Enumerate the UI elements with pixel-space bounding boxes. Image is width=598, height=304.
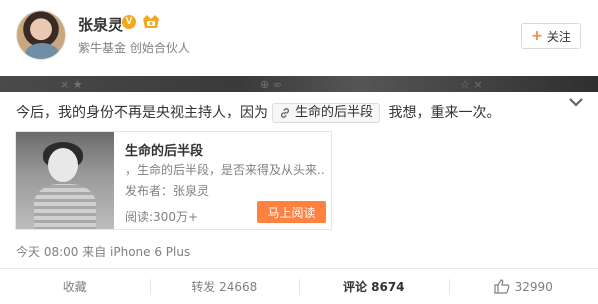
user-subtitle: 紫牛基金 创始合伙人 [78, 41, 190, 55]
decorative-banner: × ★ ⊕ ∞ ☆ × [0, 76, 598, 92]
repost-button[interactable]: 转发 24668 [149, 269, 300, 304]
thumbnail-figure-face [48, 148, 78, 182]
article-link-chip[interactable]: 生命的后半段 [272, 103, 381, 123]
post-text-before: 今后，我的身份不再是央视主持人，因为 [16, 105, 268, 121]
collect-button[interactable]: 收藏 [0, 269, 150, 304]
article-link-label: 生命的后半段 [295, 105, 374, 120]
post-text-after: 我想，重来一次。 [384, 105, 501, 121]
vip-member-icon [143, 15, 159, 28]
article-title[interactable]: 生命的后半段 [125, 140, 203, 159]
banner-doodle: ☆ × [460, 78, 483, 91]
article-description: ，生命的后半段，是否来得及从头来... [125, 163, 325, 177]
chevron-down-icon[interactable] [568, 96, 584, 110]
link-icon [280, 108, 290, 118]
banner-doodle: ⊕ ∞ [260, 78, 282, 91]
comment-button[interactable]: 评论 8674 [299, 269, 449, 304]
repost-label: 转发 24668 [191, 280, 258, 294]
avatar[interactable] [16, 10, 66, 60]
article-thumbnail[interactable] [16, 132, 114, 229]
user-name[interactable]: 张泉灵 [78, 14, 123, 35]
post-source-line: 今天 08:00 来自 iPhone 6 Plus [16, 245, 191, 259]
read-now-button[interactable]: 马上阅读 [257, 201, 326, 223]
like-count: 32990 [514, 279, 553, 294]
thumbnail-figure-body [34, 184, 96, 229]
thumbs-up-icon [494, 279, 510, 294]
like-button[interactable]: 32990 [448, 269, 598, 304]
post-text: 今后，我的身份不再是央视主持人，因为 生命的后半段 我想，重来一次。 [16, 102, 500, 124]
follow-label: 关注 [546, 29, 571, 44]
action-bar: 收藏 转发 24668 评论 8674 32990 [0, 269, 598, 304]
weibo-post-card: 张泉灵 V 紫牛基金 创始合伙人 + 关注 × ★ ⊕ ∞ ☆ × 今后，我的身… [0, 0, 598, 304]
article-publisher: 发布者：张泉灵 [125, 184, 210, 198]
banner-doodle: × ★ [60, 78, 83, 91]
follow-button[interactable]: + 关注 [521, 23, 581, 49]
article-read-count: 阅读:300万+ [125, 210, 199, 224]
collect-label: 收藏 [62, 280, 87, 294]
article-card[interactable]: 生命的后半段 ，生命的后半段，是否来得及从头来... 发布者：张泉灵 阅读:30… [15, 131, 332, 230]
comment-label: 评论 8674 [342, 280, 405, 294]
plus-icon: + [531, 28, 543, 44]
verified-icon: V [122, 15, 136, 29]
